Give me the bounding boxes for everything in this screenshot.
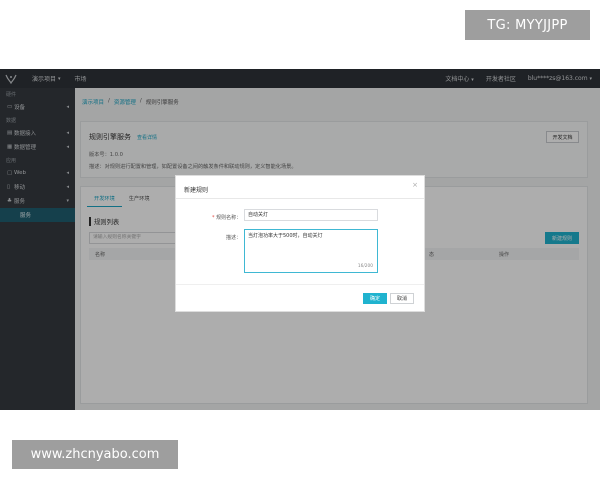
divider [176,198,424,199]
char-counter: 16/200 [357,264,373,269]
app-window: 演示项目 ▾ 市场 文档中心 ▾ 开发者社区 blu****zs@163.com… [0,69,600,410]
dialog-title: 新建规则 [184,187,209,194]
rule-name-label: * 规则名称： [212,214,241,221]
description-label: 描述： [226,235,242,241]
rule-name-input[interactable]: 自动关灯 [244,209,378,221]
confirm-button[interactable]: 确定 [363,293,387,304]
description-text: 当灯泡功率大于500时，自动关灯 [248,233,323,239]
close-icon[interactable]: × [412,181,418,189]
rule-name-label-text: 规则名称： [216,215,242,221]
cancel-button[interactable]: 取消 [390,293,414,304]
watermark-top: TG: MYYJJPP [465,10,590,40]
watermark-bottom: www.zhcnyabo.com [12,440,178,469]
screenshot-root: TG: MYYJJPP 演示项目 ▾ 市场 文档中心 ▾ 开发者社区 blu**… [0,0,600,480]
divider [176,284,424,285]
new-rule-dialog: 新建规则 × * 规则名称： 自动关灯 描述： 当灯泡功率大于500时，自动关灯… [175,175,425,312]
description-textarea[interactable]: 当灯泡功率大于500时，自动关灯 16/200 [244,229,378,273]
